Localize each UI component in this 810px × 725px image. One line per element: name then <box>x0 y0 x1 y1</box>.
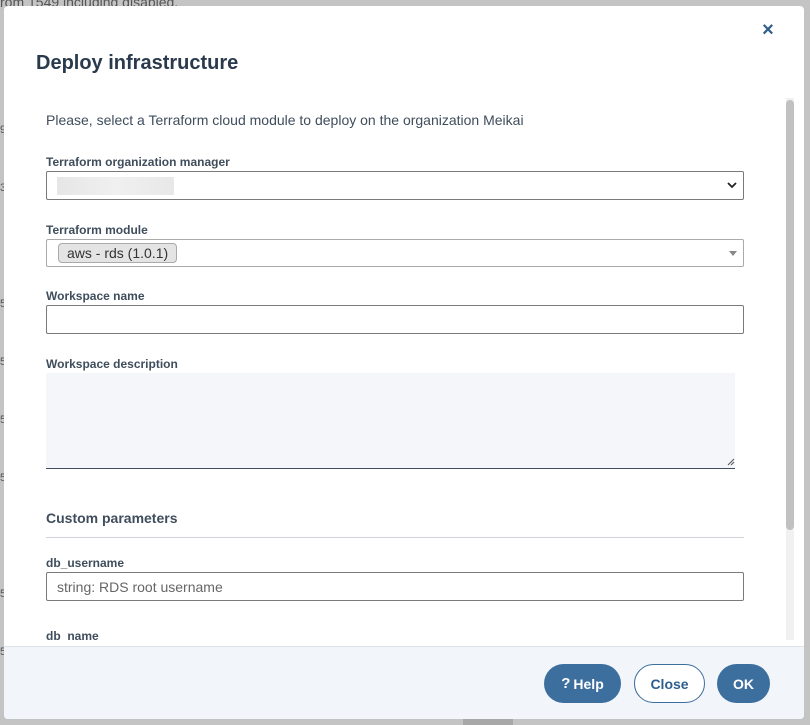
caret-down-icon <box>729 251 737 256</box>
org-manager-select[interactable] <box>46 171 744 200</box>
close-button[interactable]: Close <box>634 664 705 703</box>
intro-text: Please, select a Terraform cloud module … <box>46 112 524 128</box>
workspace-name-input[interactable] <box>46 305 744 334</box>
ok-button[interactable]: OK <box>717 664 770 703</box>
workspace-name-label: Workspace name <box>46 289 145 303</box>
help-button-label: Help <box>573 675 604 692</box>
background-scrollbar-thumb[interactable] <box>463 719 513 725</box>
close-button-label: Close <box>650 675 689 692</box>
help-button[interactable]: ? Help <box>544 664 621 703</box>
modal-title: Deploy infrastructure <box>36 52 239 74</box>
workspace-description-label: Workspace description <box>46 357 178 371</box>
db-name-label: db_name <box>46 629 99 640</box>
module-select[interactable]: aws - rds (1.0.1) <box>46 239 744 267</box>
workspace-description-textarea[interactable] <box>46 373 735 469</box>
redacted-value <box>57 177 174 195</box>
chevron-down-icon <box>727 182 737 189</box>
resize-grip-icon[interactable] <box>727 458 735 466</box>
ok-button-label: OK <box>733 675 754 692</box>
db-username-label: db_username <box>46 556 125 570</box>
org-manager-label: Terraform organization manager <box>46 155 230 169</box>
section-divider <box>46 537 744 538</box>
question-mark-icon: ? <box>561 675 571 692</box>
close-icon[interactable]: × <box>758 20 778 40</box>
modal-footer: ? Help Close OK <box>4 646 804 719</box>
modal-scrollbar-thumb[interactable] <box>786 100 794 530</box>
module-label: Terraform module <box>46 223 148 237</box>
custom-parameters-title: Custom parameters <box>46 510 178 526</box>
modal-body: Please, select a Terraform cloud module … <box>4 98 804 640</box>
selected-module-tag[interactable]: aws - rds (1.0.1) <box>58 243 178 263</box>
deploy-infrastructure-modal: × Deploy infrastructure Please, select a… <box>4 6 804 719</box>
db-username-input[interactable] <box>46 572 744 601</box>
